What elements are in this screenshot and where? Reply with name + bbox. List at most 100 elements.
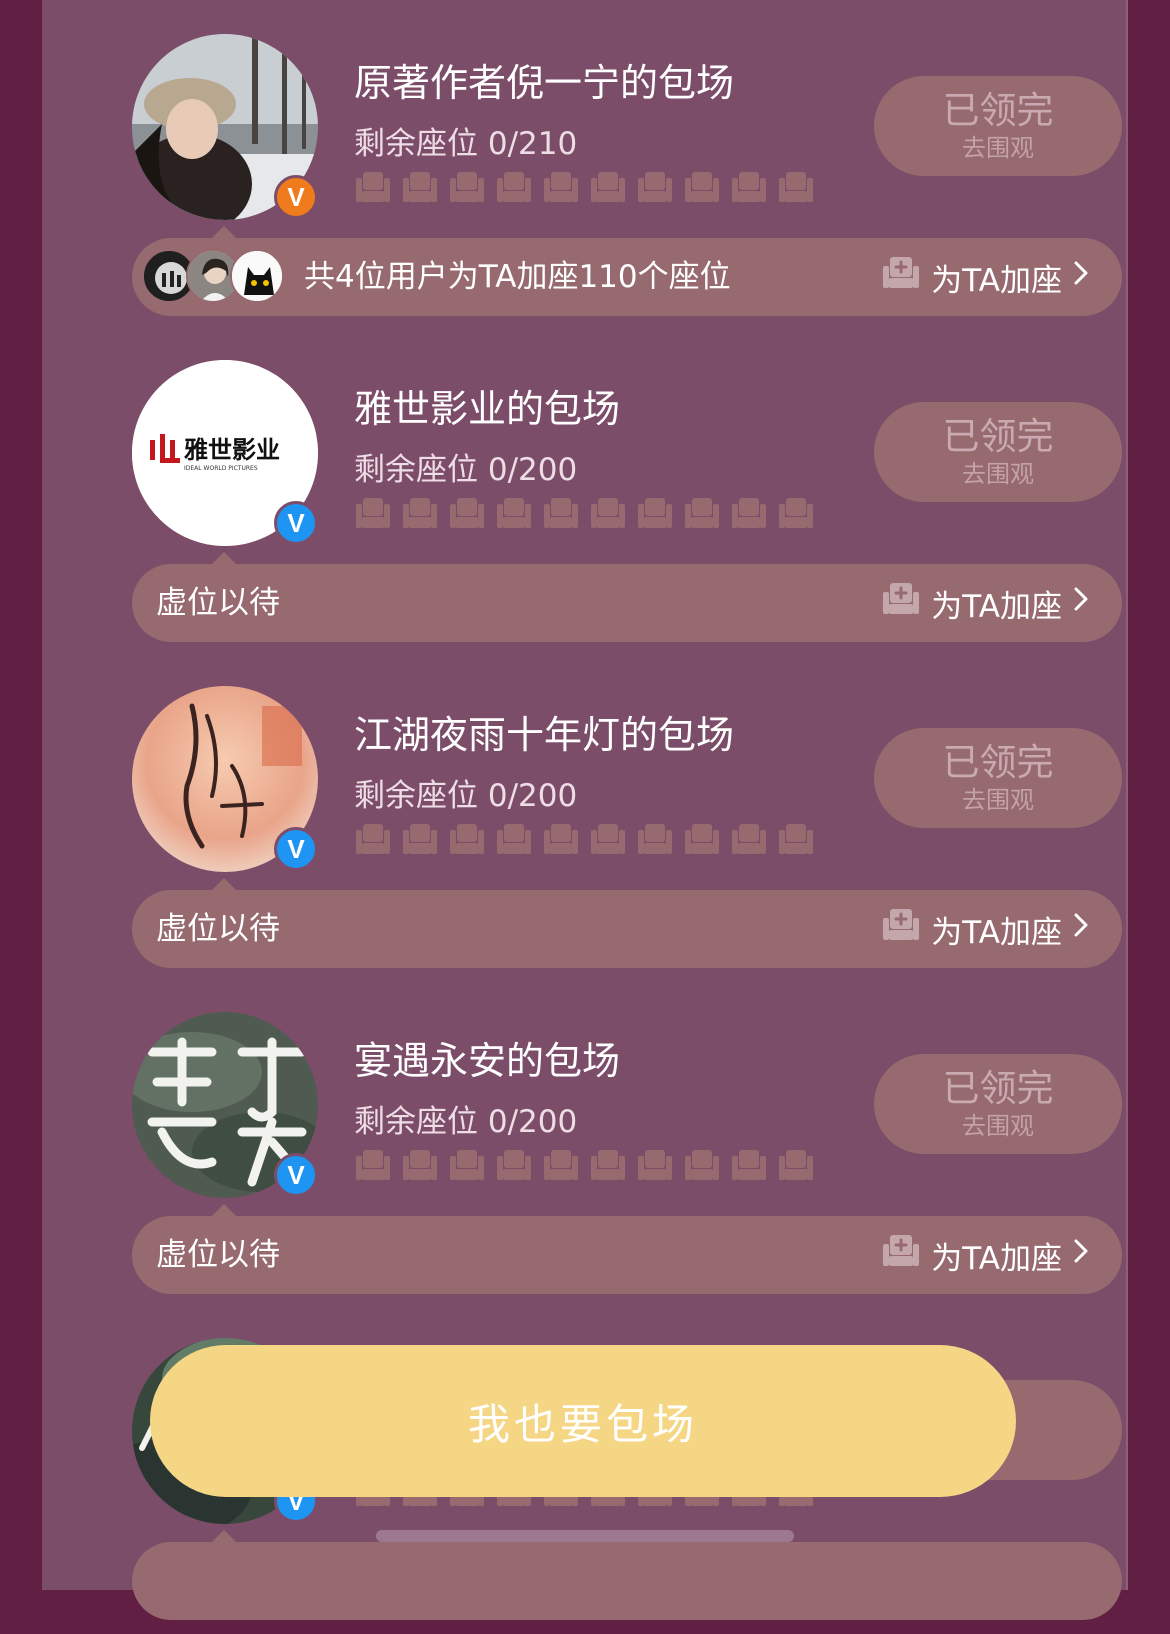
claim-status-label: 已领完 [942, 741, 1054, 784]
seat-icon [448, 168, 486, 206]
seat-icon [777, 494, 815, 532]
seat-icon [401, 1146, 439, 1184]
seat-icon [683, 820, 721, 858]
seat-icon [589, 494, 627, 532]
remaining-seats: 剩余座位 0/200 [354, 452, 578, 488]
session-title: 江湖夜雨十年灯的包场 [354, 713, 735, 757]
verified-badge-icon: V [274, 1153, 318, 1197]
host-session-button[interactable]: 我也要包场 [150, 1345, 1016, 1497]
verified-badge-icon: V [274, 501, 318, 545]
seat-icon [354, 494, 392, 532]
seat-icons-row [354, 168, 815, 206]
session-card: V 江湖夜雨十年灯的包场 剩余座位 0/200 已领完 去围观 虚位以待 为TA… [132, 652, 1122, 982]
seat-icon [636, 168, 674, 206]
seat-icon [730, 820, 768, 858]
contributors-strip[interactable]: 虚位以待 为TA加座 [132, 1216, 1122, 1294]
add-seat-icon [881, 254, 921, 300]
logo-subtext: IDEAL WORLD PICTURES [184, 465, 258, 472]
verified-badge-icon: V [274, 175, 318, 219]
session-title: 宴遇永安的包场 [354, 1039, 621, 1083]
watch-label: 去围观 [962, 460, 1034, 488]
seat-icon [542, 1146, 580, 1184]
claimed-watch-button[interactable]: 已领完 去围观 [874, 728, 1122, 828]
add-seat-label: 为TA加座 [931, 914, 1062, 951]
seat-icon [448, 820, 486, 858]
contributors-strip[interactable]: 虚位以待 为TA加座 [132, 564, 1122, 642]
home-indicator [376, 1530, 794, 1542]
seat-icon [683, 168, 721, 206]
seat-icon [448, 494, 486, 532]
watch-label: 去围观 [962, 786, 1034, 814]
pointer-caret [212, 878, 236, 890]
remaining-seats: 剩余座位 0/200 [354, 1104, 578, 1140]
add-seat-button[interactable]: 为TA加座 [881, 1216, 1090, 1294]
remaining-seats: 剩余座位 0/200 [354, 778, 578, 814]
seat-icon [730, 168, 768, 206]
claimed-watch-button[interactable]: 已领完 去围观 [874, 1054, 1122, 1154]
seat-icon [589, 1146, 627, 1184]
contributors-text: 共4位用户为TA加座110个座位 [304, 259, 731, 295]
pointer-caret [212, 552, 236, 564]
seat-icon [589, 168, 627, 206]
seat-icon [636, 494, 674, 532]
seat-icon [730, 494, 768, 532]
chevron-right-icon [1072, 585, 1090, 621]
add-seat-button[interactable]: 为TA加座 [881, 238, 1090, 316]
claimed-watch-button[interactable]: 已领完 去围观 [874, 76, 1122, 176]
contributor-avatars [142, 249, 302, 305]
seat-icon [401, 168, 439, 206]
watch-label: 去围观 [962, 134, 1034, 162]
session-card: V 宴遇永安的包场 剩余座位 0/200 已领完 去围观 虚位以待 为TA加座 [132, 978, 1122, 1308]
seat-icon [354, 820, 392, 858]
seat-icon [495, 1146, 533, 1184]
contributors-strip[interactable]: 虚位以待 为TA加座 [132, 890, 1122, 968]
contributor-avatar [230, 249, 284, 303]
contributors-text: 虚位以待 [156, 585, 280, 621]
seat-icon [730, 1146, 768, 1184]
seat-icon [448, 1146, 486, 1184]
add-seat-button[interactable]: 为TA加座 [881, 564, 1090, 642]
seat-icon [683, 1146, 721, 1184]
watch-label: 去围观 [962, 1112, 1034, 1140]
seat-icon [542, 168, 580, 206]
contributors-strip[interactable]: 共4位用户为TA加座110个座位 为TA加座 [132, 238, 1122, 316]
chevron-right-icon [1072, 911, 1090, 947]
pointer-caret [212, 1204, 236, 1216]
claim-status-label: 已领完 [942, 89, 1054, 132]
pointer-caret [212, 226, 236, 238]
logo-text: 雅世影业 [184, 436, 280, 464]
seat-icons-row [354, 1146, 815, 1184]
claimed-watch-button[interactable]: 已领完 去围观 [874, 402, 1122, 502]
seat-icons-row [354, 494, 815, 532]
seat-icon [777, 168, 815, 206]
claim-status-label: 已领完 [942, 1067, 1054, 1110]
seat-icon [777, 1146, 815, 1184]
seat-icon [542, 494, 580, 532]
chevron-right-icon [1072, 1237, 1090, 1273]
session-title: 雅世影业的包场 [354, 387, 621, 431]
seat-icon [777, 820, 815, 858]
add-seat-icon [881, 906, 921, 952]
seat-icon [636, 1146, 674, 1184]
session-title: 原著作者倪一宁的包场 [354, 61, 735, 105]
session-card: V 原著作者倪一宁的包场 剩余座位 0/210 已领完 去围观 共4位用户为TA… [132, 0, 1122, 330]
claim-status-label: 已领完 [942, 415, 1054, 458]
seat-icon [401, 494, 439, 532]
add-seat-label: 为TA加座 [931, 262, 1062, 299]
seat-icon [495, 494, 533, 532]
seat-icon [542, 820, 580, 858]
pointer-caret [212, 1530, 236, 1542]
verified-badge-icon: V [274, 827, 318, 871]
add-seat-icon [881, 580, 921, 626]
seat-icon [354, 168, 392, 206]
seat-icon [589, 820, 627, 858]
remaining-seats: 剩余座位 0/210 [354, 126, 578, 162]
contributors-text: 虚位以待 [156, 1237, 280, 1273]
session-card: 雅世影业 IDEAL WORLD PICTURES V 雅世影业的包场 剩余座位… [132, 326, 1122, 656]
add-seat-label: 为TA加座 [931, 588, 1062, 625]
seat-icon [683, 494, 721, 532]
add-seat-button[interactable]: 为TA加座 [881, 890, 1090, 968]
add-seat-icon [881, 1232, 921, 1278]
seat-icon [401, 820, 439, 858]
contributors-strip[interactable] [132, 1542, 1122, 1620]
